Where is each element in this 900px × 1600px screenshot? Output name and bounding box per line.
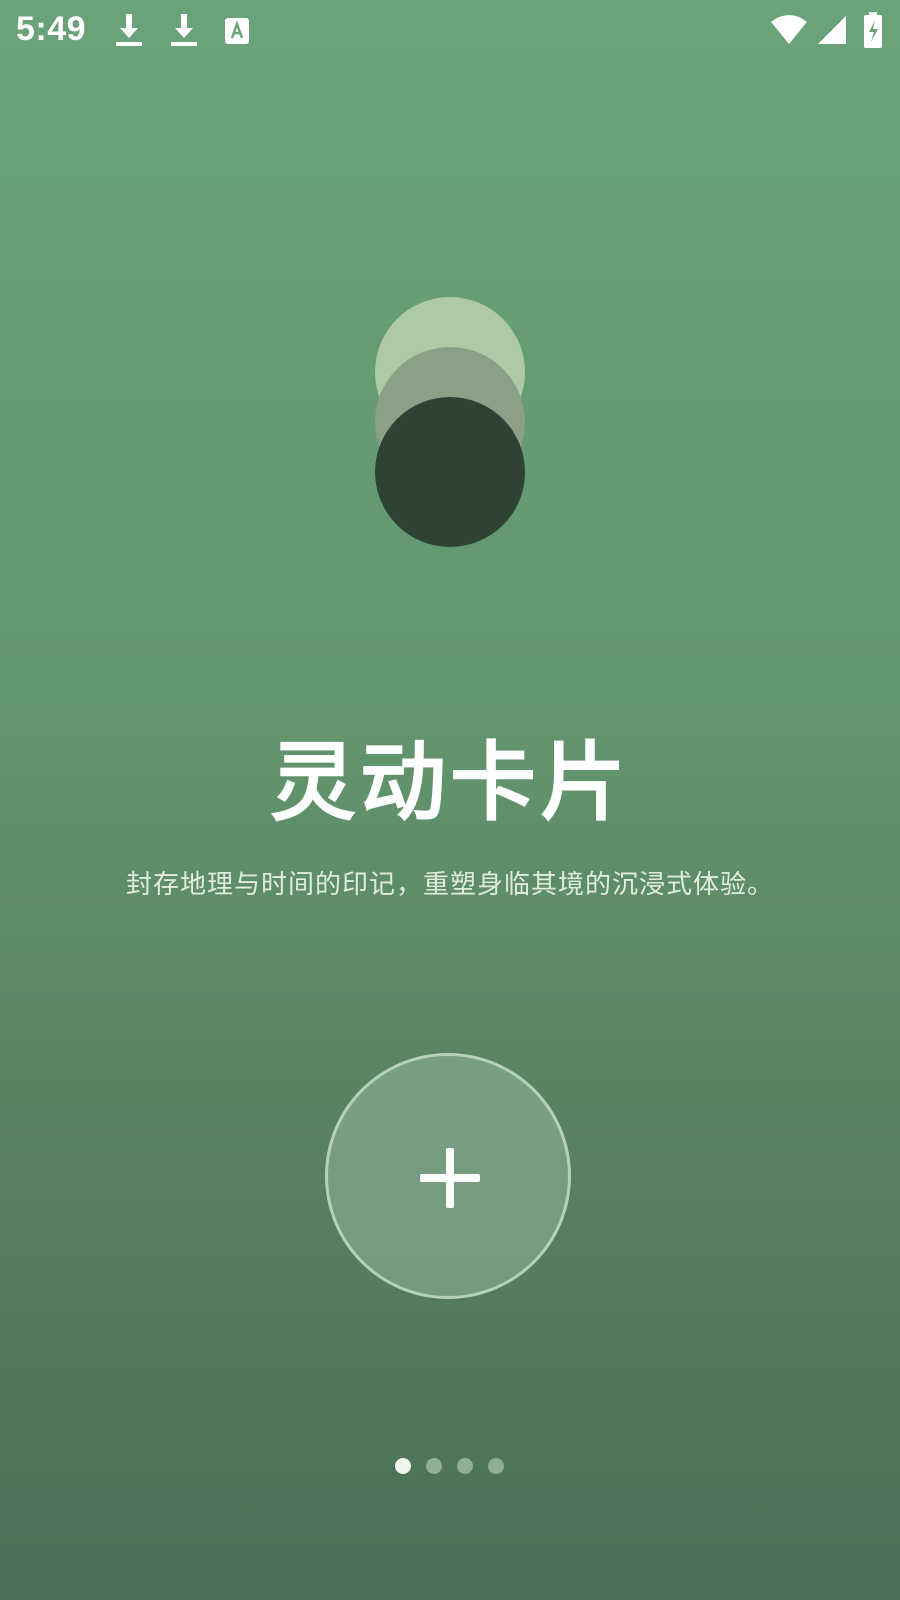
- page-dot-1[interactable]: [395, 1458, 411, 1474]
- onboarding-title: 灵动卡片: [270, 733, 630, 833]
- download-icon: [113, 12, 145, 48]
- app-logo: [375, 297, 525, 547]
- status-time: 5:49: [16, 10, 87, 48]
- page-dot-3[interactable]: [457, 1458, 473, 1474]
- page-dot-4[interactable]: [488, 1458, 504, 1474]
- page-indicator: [395, 1458, 515, 1474]
- page-dot-2[interactable]: [426, 1458, 442, 1474]
- onboarding-subtitle: 封存地理与时间的印记，重塑身临其境的沉浸式体验。: [125, 870, 774, 900]
- wifi-icon: [770, 12, 808, 48]
- download-icon: [168, 12, 200, 48]
- status-bar: 5:49: [0, 0, 900, 62]
- keyboard-a-icon: [223, 12, 251, 48]
- signal-icon: [816, 12, 848, 48]
- logo-circle-dark: [375, 397, 525, 547]
- add-card-button[interactable]: [325, 1053, 571, 1299]
- plus-icon: [420, 1148, 480, 1208]
- battery-charging-icon: [862, 12, 884, 48]
